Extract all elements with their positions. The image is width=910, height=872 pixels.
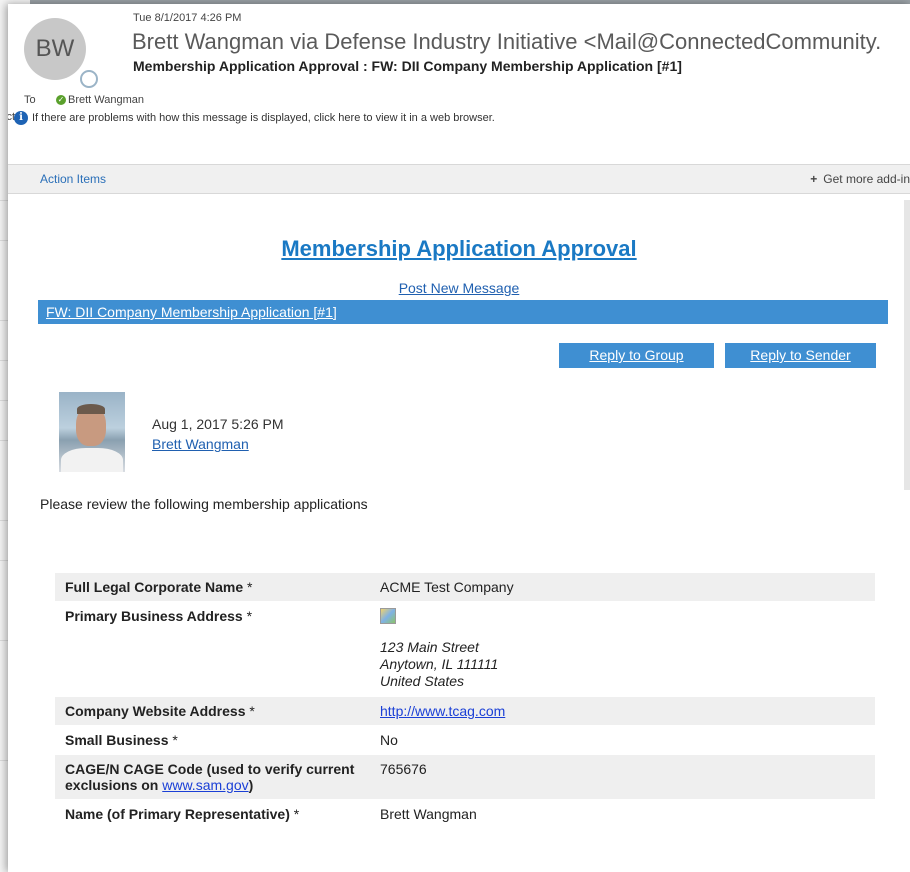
reply-to-sender-button[interactable]: Reply to Sender (725, 343, 876, 368)
action-items-bar: Action Items + Get more add-in (8, 164, 910, 194)
sender-avatar[interactable]: BW (24, 18, 86, 80)
post-date: Aug 1, 2017 5:26 PM (152, 416, 284, 432)
field-value: ACME Test Company (368, 573, 875, 602)
table-row: Small Business * No (55, 725, 875, 755)
author-photo[interactable] (59, 392, 125, 472)
field-value: No (368, 725, 875, 755)
email-reading-window: BW Tue 8/1/2017 4:26 PM Brett Wangman vi… (8, 4, 910, 872)
to-label: To (24, 94, 36, 106)
available-check-icon: ✓ (56, 95, 66, 105)
view-in-browser-notice[interactable]: If there are problems with how this mess… (32, 112, 495, 124)
field-label: Company Website Address * (55, 696, 368, 726)
field-label: Small Business * (55, 725, 368, 755)
application-table: Full Legal Corporate Name * ACME Test Co… (55, 573, 875, 829)
field-value: 123 Main Street Anytown, IL 111111 Unite… (368, 601, 875, 697)
info-icon: i (14, 111, 28, 125)
get-more-addins-button[interactable]: + Get more add-in (810, 172, 910, 186)
table-row: CAGE/N CAGE Code (used to verify current… (55, 754, 875, 800)
action-items-link[interactable]: Action Items (40, 172, 106, 186)
sam-gov-link[interactable]: www.sam.gov (162, 777, 248, 793)
table-row: Full Legal Corporate Name * ACME Test Co… (55, 573, 875, 602)
thread-title-bar: FW: DII Company Membership Application [… (38, 300, 888, 324)
field-label: Full Legal Corporate Name * (55, 573, 368, 602)
intro-text: Please review the following membership a… (40, 496, 368, 512)
message-body: Membership Application Approval Post New… (8, 194, 910, 872)
map-icon[interactable] (380, 608, 396, 624)
table-row: Primary Business Address * 123 Main Stre… (55, 601, 875, 697)
message-subject: Membership Application Approval : FW: DI… (133, 58, 682, 74)
table-row: Company Website Address * http://www.tca… (55, 696, 875, 726)
message-sender[interactable]: Brett Wangman via Defense Industry Initi… (132, 29, 881, 55)
post-author-link[interactable]: Brett Wangman (152, 436, 249, 452)
field-value: 765676 (368, 754, 875, 800)
thread-title-link[interactable]: FW: DII Company Membership Application [… (46, 304, 337, 320)
message-date: Tue 8/1/2017 4:26 PM (133, 12, 242, 24)
post-new-message-link[interactable]: Post New Message (8, 280, 910, 296)
avatar-initials: BW (35, 35, 75, 62)
field-label: Name (of Primary Representative) * (55, 799, 368, 829)
presence-status-icon (80, 70, 98, 88)
get-more-addins-label: Get more add-in (823, 172, 910, 186)
message-title-link[interactable]: Membership Application Approval (8, 236, 910, 262)
recipient-name[interactable]: Brett Wangman (68, 94, 144, 106)
website-link[interactable]: http://www.tcag.com (380, 703, 505, 719)
field-label: Primary Business Address * (55, 601, 368, 697)
field-label: CAGE/N CAGE Code (used to verify current… (55, 754, 368, 800)
reply-to-group-button[interactable]: Reply to Group (559, 343, 714, 368)
table-row: Name (of Primary Representative) * Brett… (55, 799, 875, 829)
plus-icon: + (810, 172, 818, 186)
field-value: Brett Wangman (368, 799, 875, 829)
address-block: 123 Main Street Anytown, IL 111111 Unite… (380, 639, 499, 689)
field-value: http://www.tcag.com (368, 696, 875, 726)
vertical-scrollbar[interactable] (904, 200, 910, 490)
